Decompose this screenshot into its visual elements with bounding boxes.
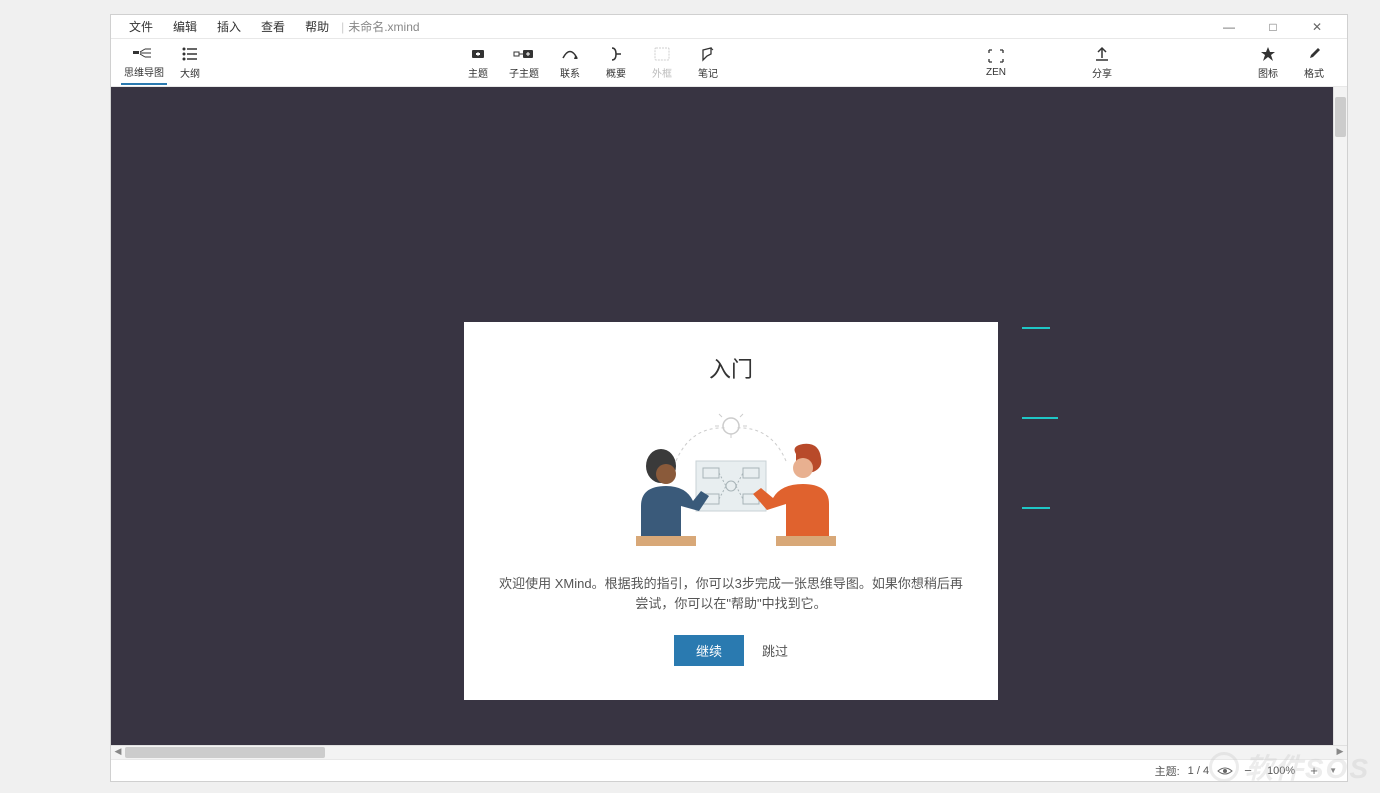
edit-group: 主题 子主题 联系 概要 外框 笔记 — [455, 42, 731, 84]
boundary-label: 外框 — [652, 65, 672, 80]
mindmap-icon — [133, 45, 155, 61]
onboarding-actions: 继续 跳过 — [674, 635, 788, 666]
skip-button[interactable]: 跳过 — [762, 641, 788, 660]
app-window: 文件 编辑 插入 查看 帮助 | 未命名.xmind — □ ✕ 思维导图 大纲 — [110, 14, 1348, 782]
menu-edit[interactable]: 编辑 — [163, 18, 207, 35]
zen-label: ZEN — [986, 67, 1006, 78]
horizontal-scrollbar[interactable]: ◀ ▶ — [111, 745, 1347, 759]
share-group: 分享 — [1079, 42, 1125, 84]
subtopic-icon — [513, 46, 535, 62]
menu-insert[interactable]: 插入 — [207, 18, 251, 35]
notes-label: 笔记 — [698, 65, 718, 80]
document-title: 未命名.xmind — [348, 18, 419, 35]
menubar: 文件 编辑 插入 查看 帮助 | 未命名.xmind — □ ✕ — [111, 15, 1347, 39]
zoom-value: 100% — [1263, 765, 1299, 777]
outline-view-label: 大纲 — [180, 65, 200, 80]
onboarding-text: 欢迎使用 XMind。根据我的指引，你可以3步完成一张思维导图。如果你想稍后再尝… — [496, 574, 966, 613]
zen-button[interactable]: ZEN — [973, 44, 1019, 82]
menu-help[interactable]: 帮助 — [295, 18, 339, 35]
continue-button[interactable]: 继续 — [674, 635, 744, 666]
onboarding-title: 入门 — [709, 352, 753, 384]
star-icon — [1257, 46, 1279, 62]
summary-label: 概要 — [606, 65, 626, 80]
zen-group: ZEN — [973, 44, 1019, 82]
format-button[interactable]: 格式 — [1291, 42, 1337, 84]
relationship-label: 联系 — [560, 65, 580, 80]
zoom-out-button[interactable]: − — [1241, 763, 1255, 778]
topic-count-label: 主题: — [1155, 763, 1180, 779]
notes-icon — [697, 46, 719, 62]
toolbar: 思维导图 大纲 主题 子主题 联系 — [111, 39, 1347, 87]
zoom-dropdown[interactable]: ▼ — [1329, 766, 1337, 775]
brush-icon — [1303, 46, 1325, 62]
panel-group: 图标 格式 — [1245, 42, 1337, 84]
relationship-icon — [559, 46, 581, 62]
view-mode-group: 思维导图 大纲 — [121, 41, 213, 85]
subtopic-button[interactable]: 子主题 — [501, 42, 547, 84]
topic-icon — [467, 46, 489, 62]
summary-button[interactable]: 概要 — [593, 42, 639, 84]
icons-label: 图标 — [1258, 65, 1278, 80]
window-close-button[interactable]: ✕ — [1295, 20, 1339, 34]
share-button[interactable]: 分享 — [1079, 42, 1125, 84]
statusbar: 主题: 1 / 4 − 100% + ▼ — [111, 759, 1347, 781]
topic-count-value: 1 / 4 — [1188, 765, 1209, 777]
summary-icon — [605, 46, 627, 62]
visibility-toggle[interactable] — [1217, 763, 1233, 779]
zoom-in-button[interactable]: + — [1307, 763, 1321, 778]
menu-file[interactable]: 文件 — [119, 18, 163, 35]
menu-view[interactable]: 查看 — [251, 18, 295, 35]
scroll-right-arrow[interactable]: ▶ — [1333, 746, 1347, 760]
onboarding-dialog: 入门 — [464, 322, 998, 700]
boundary-button[interactable]: 外框 — [639, 42, 685, 84]
relationship-button[interactable]: 联系 — [547, 42, 593, 84]
mindmap-view-button[interactable]: 思维导图 — [121, 41, 167, 85]
mindmap-view-label: 思维导图 — [124, 64, 164, 79]
window-maximize-button[interactable]: □ — [1251, 20, 1295, 34]
subtopic-label: 子主题 — [509, 65, 539, 80]
vertical-scrollbar[interactable] — [1333, 87, 1347, 745]
topic-label: 主题 — [468, 65, 488, 80]
outline-view-button[interactable]: 大纲 — [167, 41, 213, 85]
notes-button[interactable]: 笔记 — [685, 42, 731, 84]
doc-separator: | — [341, 20, 344, 34]
horizontal-scroll-thumb[interactable] — [125, 747, 325, 758]
share-label: 分享 — [1092, 65, 1112, 80]
topic-button[interactable]: 主题 — [455, 42, 501, 84]
icons-button[interactable]: 图标 — [1245, 42, 1291, 84]
scroll-left-arrow[interactable]: ◀ — [111, 746, 125, 760]
onboarding-illustration — [581, 406, 881, 556]
window-minimize-button[interactable]: — — [1207, 20, 1251, 34]
format-label: 格式 — [1304, 65, 1324, 80]
boundary-icon — [651, 46, 673, 62]
outline-icon — [179, 46, 201, 62]
zen-icon — [985, 48, 1007, 64]
vertical-scroll-thumb[interactable] — [1335, 97, 1346, 137]
share-icon — [1091, 46, 1113, 62]
canvas[interactable]: 入门 — [111, 87, 1347, 745]
